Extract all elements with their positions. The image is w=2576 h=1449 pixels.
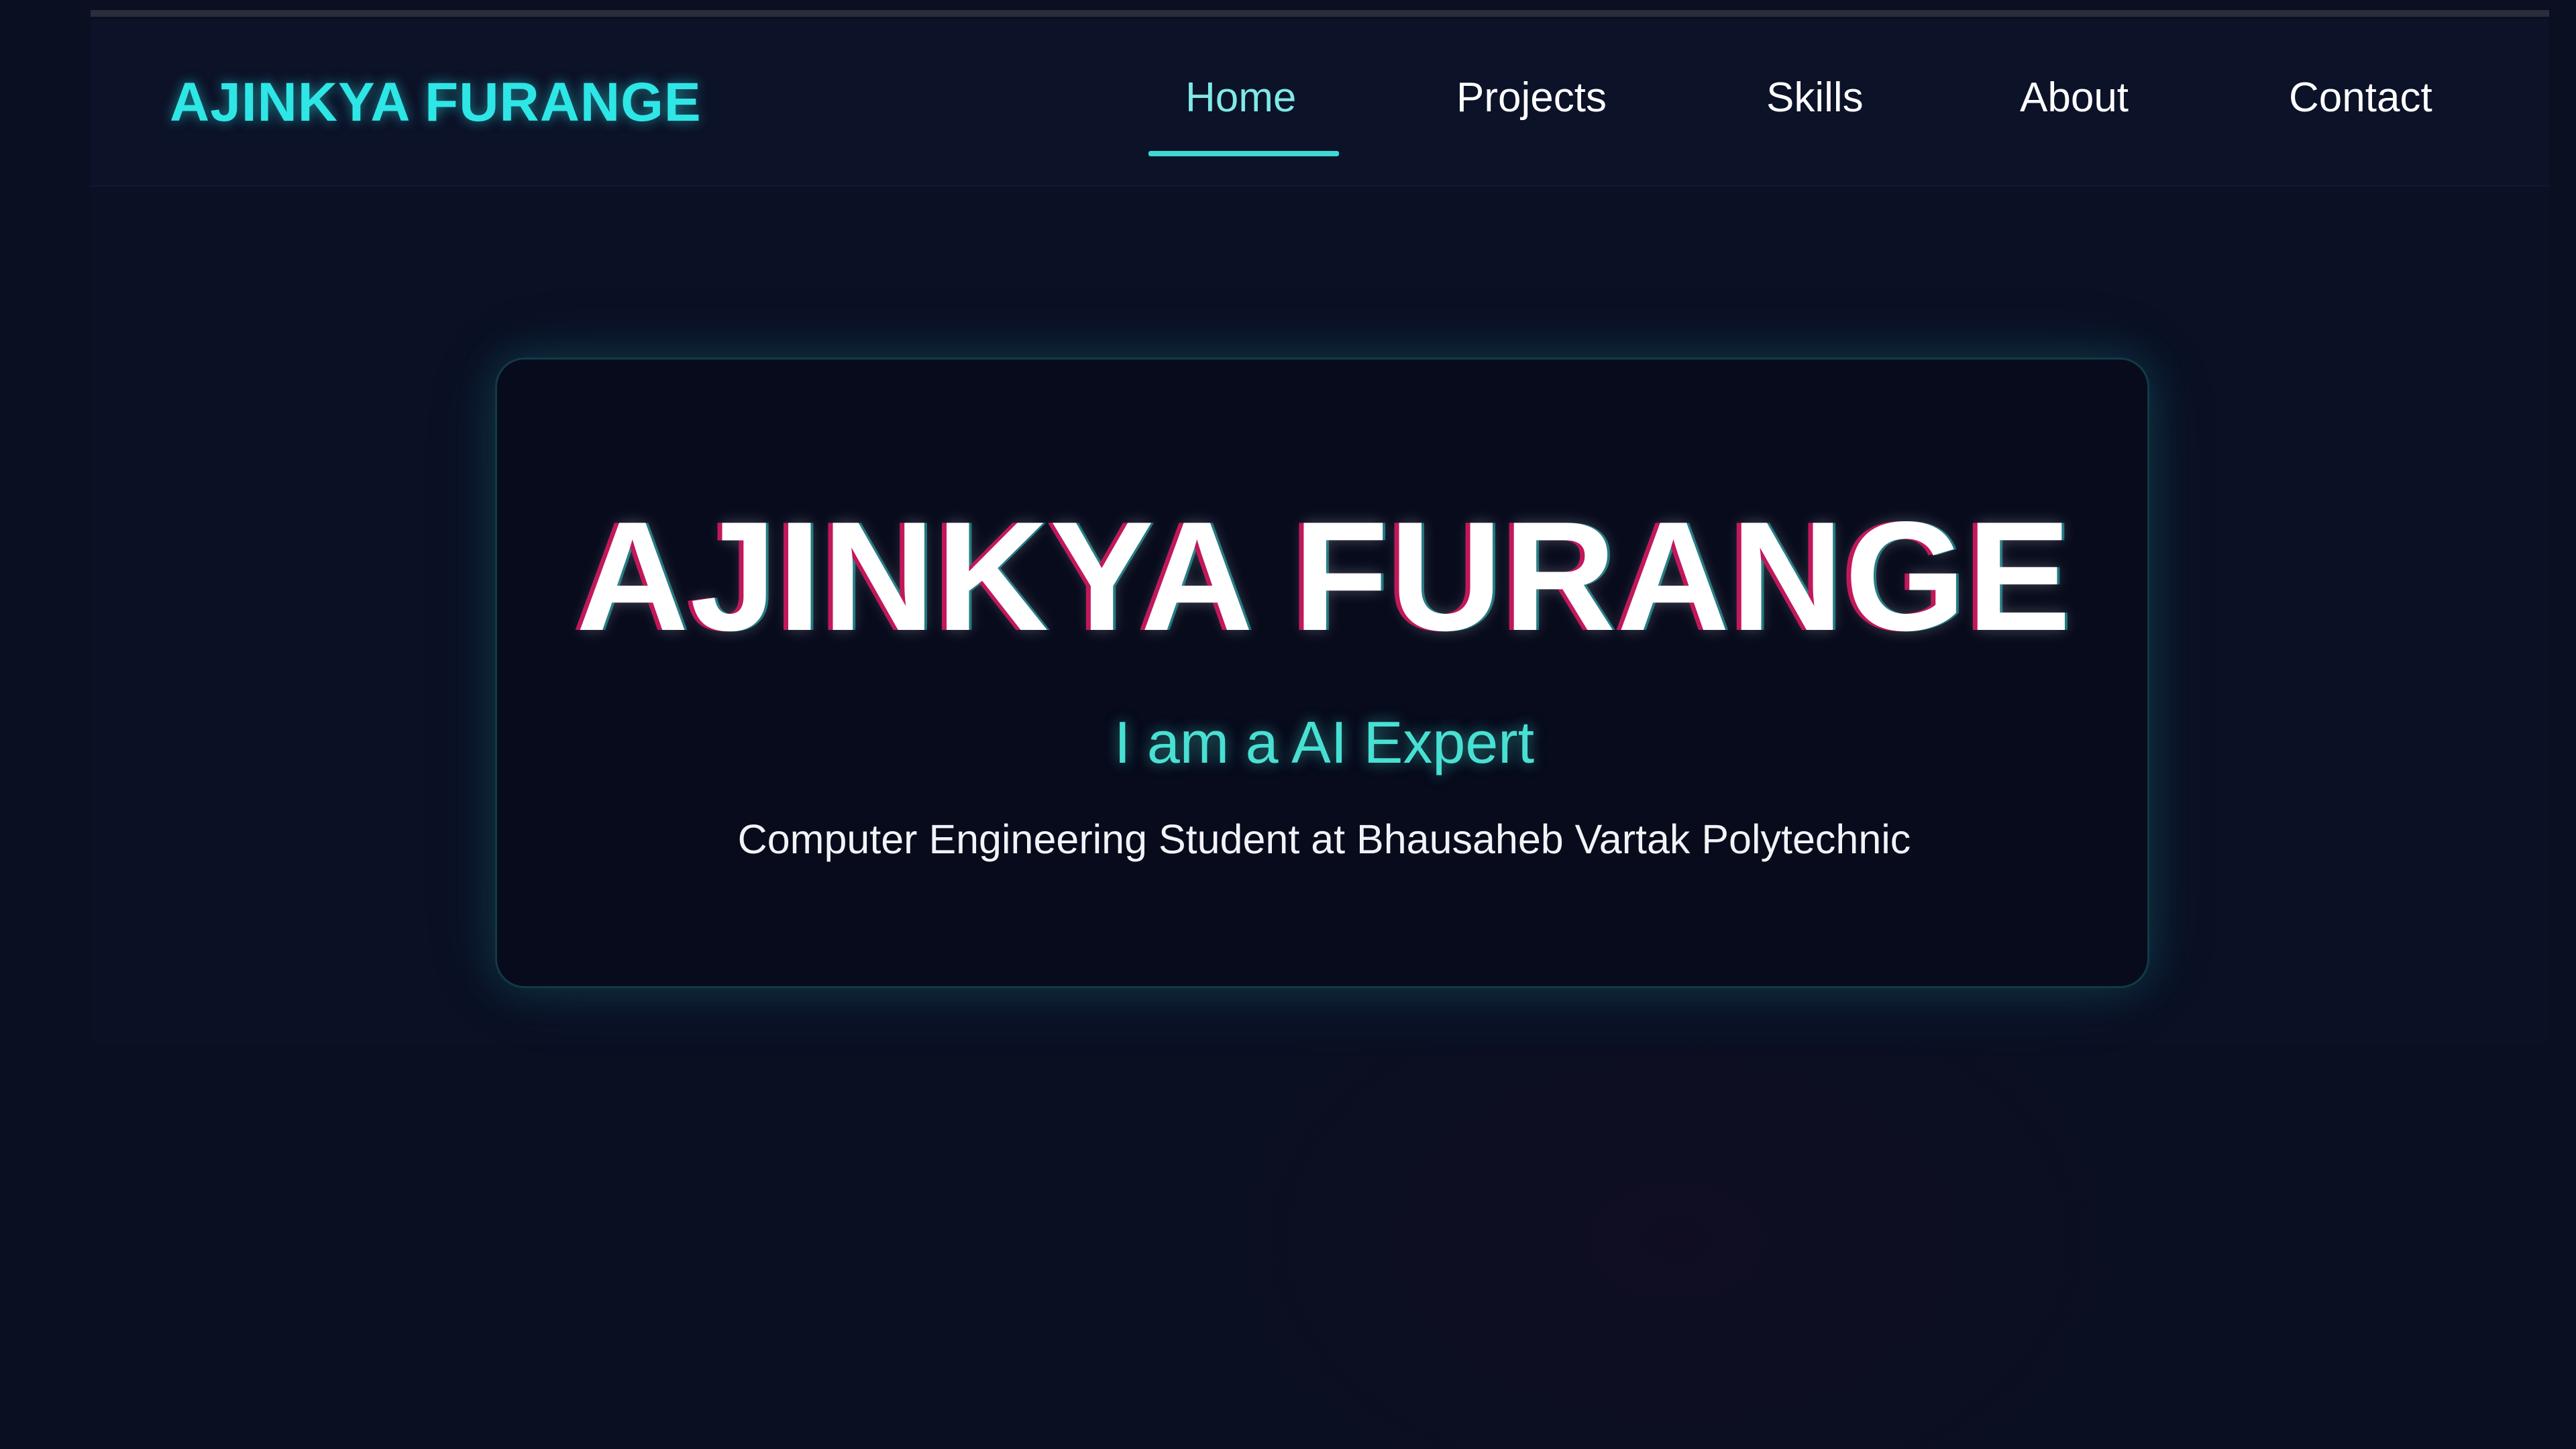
nav-link-about[interactable]: About xyxy=(2020,74,2129,121)
nav-link-projects[interactable]: Projects xyxy=(1456,74,1607,121)
hero-subtitle: I am a AI Expert xyxy=(1114,709,1535,775)
page: AJINKYA FURANGE Home Projects Skills Abo… xyxy=(0,0,2576,1449)
site-logo[interactable]: AJINKYA FURANGE xyxy=(170,71,702,134)
nav-link-home[interactable]: Home xyxy=(1185,74,1296,121)
active-nav-underline xyxy=(1148,151,1339,156)
navbar: AJINKYA FURANGE Home Projects Skills Abo… xyxy=(91,19,2549,186)
hero-title: AJINKYA FURANGE xyxy=(576,490,2073,663)
nav-link-skills[interactable]: Skills xyxy=(1766,74,1864,121)
top-border-line xyxy=(91,10,2549,17)
hero-card: AJINKYA FURANGE I am a AI Expert Compute… xyxy=(495,358,2149,988)
hero-description: Computer Engineering Student at Bhausahe… xyxy=(737,816,1911,862)
nav-link-contact[interactable]: Contact xyxy=(2289,74,2432,121)
